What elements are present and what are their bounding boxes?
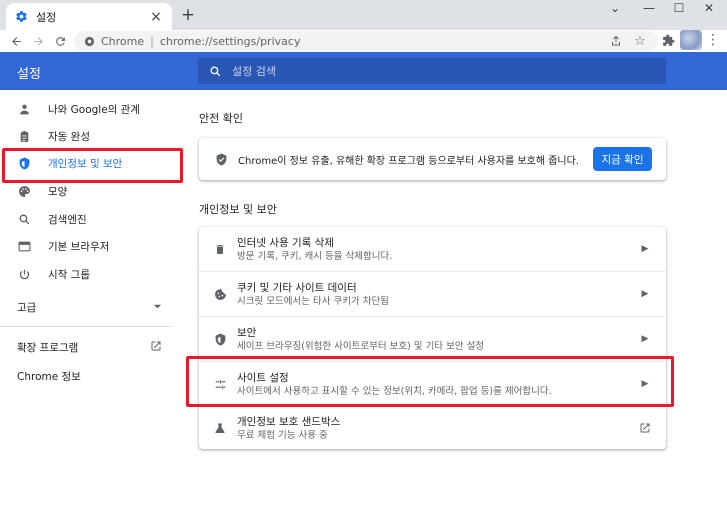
search-icon [208,64,222,78]
row-subtitle: 시크릿 모드에서는 타사 쿠키가 차단됨 [237,295,389,307]
forward-arrow-icon [33,36,43,46]
safety-check-heading: 안전 확인 [199,112,243,125]
sidebar-item-label: 나와 Google의 관계 [48,103,141,116]
tab-settings[interactable]: 설정 × [6,3,172,30]
advanced-label: 고급 [17,301,37,314]
reload-button[interactable] [50,31,70,51]
row-security[interactable]: 보안 세이프 브라우징(위험한 사이트로부터 보호) 및 기타 보안 설정 ▶ [199,317,666,361]
address-separator: | [150,34,154,48]
extensions-puzzle-icon[interactable] [660,31,676,49]
tab-strip: 설정 × + ⌄ — ☐ ✕ [0,0,727,30]
shield-icon [213,332,227,346]
address-origin: Chrome [101,34,145,48]
check-now-button[interactable]: 지금 확인 [593,147,652,171]
row-privacy-sandbox[interactable]: 개인정보 보호 샌드박스 무료 체험 기능 사용 중 [199,406,666,450]
sidebar-item-you-and-google[interactable]: 나와 Google의 관계 [0,96,172,122]
about-chrome-label: Chrome 정보 [17,370,81,383]
minimize-button[interactable]: — [632,0,666,16]
sliders-icon [213,377,227,391]
shield-check-icon [214,152,228,166]
tab-close-icon[interactable]: × [148,9,164,25]
forward-button[interactable] [28,31,48,51]
page-title: 설정 [17,67,41,82]
back-arrow-icon [11,36,21,46]
search-icon [17,212,31,226]
sidebar-item-label: 개인정보 및 보안 [48,157,123,170]
sidebar-about-chrome[interactable]: Chrome 정보 [17,366,81,386]
sidebar-divider [0,326,172,327]
flask-icon [213,421,227,435]
settings-search-input[interactable] [232,64,632,78]
address-bar[interactable]: Chrome | chrome://settings/privacy ☆ [74,31,658,51]
new-tab-button[interactable]: + [178,5,198,25]
arrow-right-icon: ▶ [641,334,649,344]
row-subtitle: 세이프 브라우징(위험한 사이트로부터 보호) 및 기타 보안 설정 [237,340,485,352]
row-subtitle: 무료 체험 기능 사용 중 [237,429,328,441]
clipboard-icon [17,129,31,143]
address-url: chrome://settings/privacy [159,34,301,48]
reload-icon [55,36,65,46]
sidebar-extensions-link[interactable]: 확장 프로그램 [17,337,162,357]
sidebar-item-label: 검색엔진 [48,213,87,226]
sidebar-item-label: 자동 완성 [48,130,90,143]
sidebar-item-label: 모양 [48,185,68,198]
settings-header: 설정 [0,52,727,90]
row-site-settings[interactable]: 사이트 설정 사이트에서 사용하고 표시할 수 있는 정보(위치, 카메라, 팝… [199,362,666,406]
privacy-card: 인터넷 사용 기록 삭제 방문 기록, 쿠키, 캐시 등을 삭제합니다. ▶ 쿠… [199,227,666,449]
arrow-right-icon: ▶ [641,379,649,389]
power-icon [17,267,31,281]
dropdown-arrow-icon [153,300,162,314]
safety-check-card: Chrome이 정보 유출, 유해한 확장 프로그램 등으로부터 사용자를 보호… [199,138,666,180]
row-cookies[interactable]: 쿠키 및 기타 사이트 데이터 시크릿 모드에서는 타사 쿠키가 차단됨 ▶ [199,272,666,316]
chrome-logo-icon [83,35,95,47]
browser-window-icon [17,239,31,253]
sidebar-item-label: 기본 브라우저 [48,240,110,253]
sidebar-item-on-startup[interactable]: 시작 그룹 [0,261,172,287]
sidebar-item-label: 시작 그룹 [48,268,90,281]
person-icon [17,102,31,116]
sidebar-advanced-toggle[interactable]: 고급 [17,297,162,317]
sidebar-item-autofill[interactable]: 자동 완성 [0,123,172,149]
cookie-icon [213,287,227,301]
open-external-icon [150,340,162,355]
shield-icon [17,156,31,170]
close-window-button[interactable]: ✕ [692,0,726,16]
sidebar-item-default-browser[interactable]: 기본 브라우저 [0,233,172,259]
sidebar-item-privacy-security[interactable]: 개인정보 및 보안 [0,150,172,176]
row-subtitle: 사이트에서 사용하고 표시할 수 있는 정보(위치, 카메라, 팝업 등)를 제… [237,385,552,397]
row-title: 사이트 설정 [237,371,289,384]
settings-search-box[interactable] [198,58,666,84]
back-button[interactable] [6,31,26,51]
privacy-section-heading: 개인정보 및 보안 [199,203,277,216]
tab-search-chevron-icon[interactable]: ⌄ [598,0,632,16]
safety-check-description: Chrome이 정보 유출, 유해한 확장 프로그램 등으로부터 사용자를 보호… [238,155,579,167]
row-subtitle: 방문 기록, 쿠키, 캐시 등을 삭제합니다. [237,250,393,262]
row-title: 보안 [237,326,257,339]
tab-title: 설정 [36,10,57,24]
palette-icon [17,184,31,198]
arrow-right-icon: ▶ [641,244,649,254]
extensions-label: 확장 프로그램 [17,341,79,354]
gear-icon [14,10,28,24]
maximize-button[interactable]: ☐ [662,0,696,16]
sidebar-item-search-engine[interactable]: 검색엔진 [0,206,172,232]
trash-icon [213,242,227,256]
profile-avatar[interactable] [680,30,702,50]
open-external-icon [638,421,652,435]
row-title: 인터넷 사용 기록 삭제 [237,236,334,249]
row-title: 쿠키 및 기타 사이트 데이터 [237,281,357,294]
arrow-right-icon: ▶ [641,289,649,299]
bookmark-star-icon[interactable]: ☆ [632,33,648,49]
sidebar-item-appearance[interactable]: 모양 [0,178,172,204]
browser-toolbar: Chrome | chrome://settings/privacy ☆ ⋮ [0,30,727,52]
chrome-menu-icon[interactable]: ⋮ [705,30,721,50]
settings-sidebar: 나와 Google의 관계 자동 완성 개인정보 및 보안 모양 검색엔진 기본… [0,90,172,517]
row-title: 개인정보 보호 샌드박스 [237,415,341,428]
row-clear-browsing-data[interactable]: 인터넷 사용 기록 삭제 방문 기록, 쿠키, 캐시 등을 삭제합니다. ▶ [199,227,666,271]
share-icon[interactable] [608,33,624,49]
